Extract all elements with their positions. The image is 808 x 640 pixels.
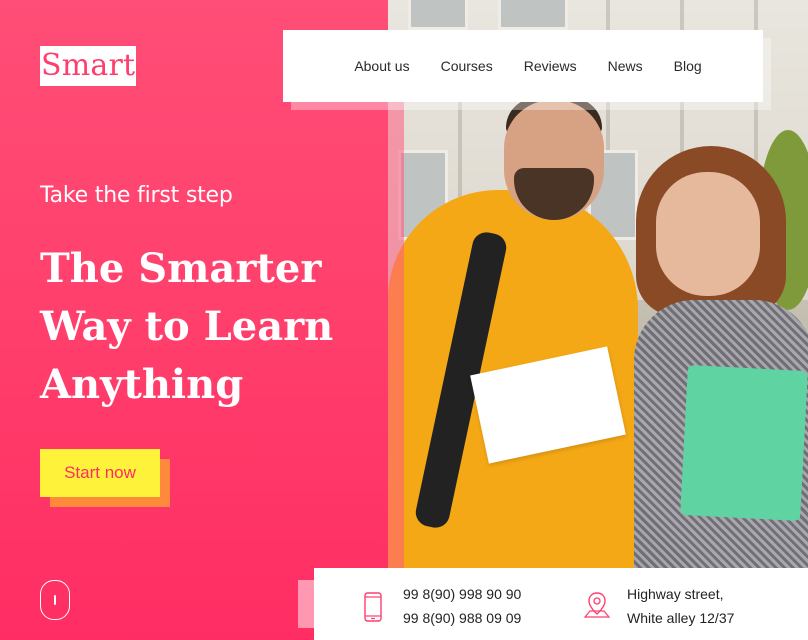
nav-item-blog[interactable]: Blog [674,58,702,74]
headline-line-1: The Smarter [40,245,322,292]
nav-item-courses[interactable]: Courses [441,58,493,74]
contact-phones: 99 8(90) 998 90 90 99 8(90) 988 09 09 [403,582,521,630]
address-line-1: Highway street, [627,586,724,602]
address-line-2: White alley 12/37 [627,610,735,626]
pink-accent-strip [388,102,404,572]
main-navigation: About us Courses Reviews News Blog [283,30,763,102]
headline-line-3: Anything [40,361,244,408]
hero-headline: The Smarter Way to Learn Anything [40,240,370,414]
phone-number-1[interactable]: 99 8(90) 998 90 90 [403,582,521,606]
site-logo[interactable]: Smart [40,46,136,86]
photo-window [498,0,568,30]
contact-bar: 99 8(90) 998 90 90 99 8(90) 988 09 09 Hi… [314,568,808,640]
headline-line-2: Way to Learn [40,303,334,350]
mouse-scroll-icon[interactable] [40,580,70,620]
nav-item-news[interactable]: News [608,58,643,74]
hero-tagline: Take the first step [40,183,233,208]
phone-number-2[interactable]: 99 8(90) 988 09 09 [403,606,521,630]
photo-window [408,0,468,30]
green-folder [680,364,808,522]
nav-item-about-us[interactable]: About us [354,58,409,74]
nav-item-reviews[interactable]: Reviews [524,58,577,74]
phone-icon [364,592,382,627]
map-pin-icon [582,590,612,625]
start-now-button[interactable]: Start now [40,449,160,497]
contact-address: Highway street, White alley 12/37 [627,582,734,630]
mouse-scroll-wheel [54,595,56,605]
student-woman-face [656,172,760,296]
